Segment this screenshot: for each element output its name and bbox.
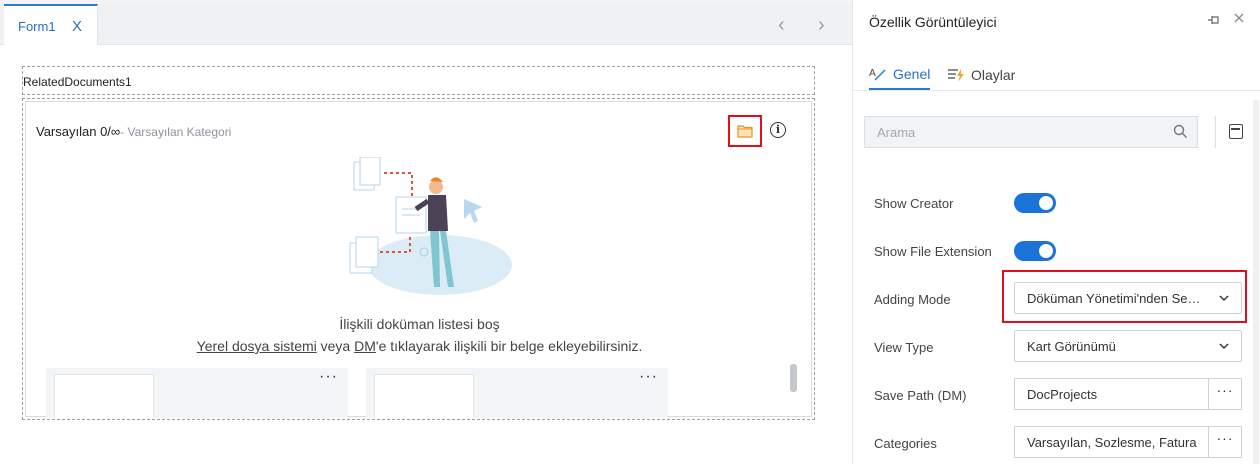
tab-label: Genel bbox=[893, 66, 931, 82]
component-body: Varsayılan 0/∞- Varsayılan Kategori i İl… bbox=[25, 101, 813, 418]
input-value: Varsayılan, Sozlesme, Fatura bbox=[1027, 435, 1197, 450]
general-icon: A bbox=[869, 68, 886, 81]
chevron-right-icon[interactable]: › bbox=[818, 14, 825, 37]
tab-label: Form1 bbox=[18, 19, 56, 34]
empty-state-or: veya bbox=[316, 338, 355, 354]
prop-label-show-file-extension: Show File Extension bbox=[874, 244, 992, 259]
categories-browse-button[interactable]: ··· bbox=[1208, 426, 1242, 458]
save-path-input[interactable]: DocProjects bbox=[1014, 378, 1208, 410]
empty-state-rest: 'e tıklayarak ilişkili bir belge ekleyeb… bbox=[375, 338, 643, 354]
empty-state-message: Yerel dosya sistemi veya DM'e tıklayarak… bbox=[26, 338, 813, 354]
select-value: Kart Görünümü bbox=[1027, 339, 1116, 354]
pin-icon[interactable] bbox=[1207, 14, 1221, 26]
prop-label-save-path: Save Path (DM) bbox=[874, 388, 967, 403]
events-icon bbox=[948, 69, 964, 82]
search-box bbox=[864, 116, 1198, 148]
toggle-knob bbox=[1039, 196, 1053, 210]
design-canvas: RelatedDocuments1 Varsayılan 0/∞- Varsay… bbox=[0, 45, 852, 464]
tab-form1[interactable]: Form1 X bbox=[4, 4, 98, 46]
folder-icon bbox=[737, 125, 753, 138]
close-icon[interactable]: X bbox=[72, 18, 82, 35]
select-value: Döküman Yönetimi'nden Seçim bbox=[1027, 291, 1207, 306]
categories-input[interactable]: Varsayılan, Sozlesme, Fatura bbox=[1014, 426, 1208, 458]
document-card[interactable]: ··· bbox=[46, 368, 348, 418]
category-header: Varsayılan 0/∞- Varsayılan Kategori bbox=[36, 124, 231, 139]
panel-toggle-icon[interactable] bbox=[1229, 124, 1243, 139]
chevron-left-icon[interactable]: ‹ bbox=[778, 14, 785, 37]
property-viewer-panel: Özellik Görüntüleyici A Genel Olaylar Ar… bbox=[852, 0, 1260, 464]
prop-label-categories: Categories bbox=[874, 436, 937, 451]
tabs-divider bbox=[853, 90, 1260, 91]
prop-label-adding-mode: Adding Mode bbox=[874, 292, 951, 307]
card-thumbnail bbox=[374, 374, 474, 418]
prop-label-show-creator: Show Creator bbox=[874, 196, 954, 211]
local-filesystem-link[interactable]: Yerel dosya sistemi bbox=[197, 338, 317, 354]
tab-genel[interactable]: A Genel bbox=[869, 60, 931, 90]
view-type-select[interactable]: Kart Görünümü bbox=[1014, 330, 1242, 362]
chevron-down-icon bbox=[1219, 343, 1229, 349]
component-name: RelatedDocuments1 bbox=[23, 75, 132, 89]
search-icon[interactable] bbox=[1173, 124, 1188, 139]
toggle-knob bbox=[1039, 244, 1053, 258]
tab-label: Olaylar bbox=[971, 67, 1016, 83]
chevron-down-icon bbox=[1219, 295, 1229, 301]
card-menu-icon[interactable]: ··· bbox=[639, 368, 658, 386]
adding-mode-select[interactable]: Döküman Yönetimi'nden Seçim bbox=[1014, 282, 1242, 314]
tab-olaylar[interactable]: Olaylar bbox=[947, 60, 1015, 90]
component-scrollbar[interactable] bbox=[790, 364, 797, 392]
panel-title: Özellik Görüntüleyici bbox=[869, 14, 997, 30]
category-subtitle: - Varsayılan Kategori bbox=[120, 125, 232, 139]
close-icon[interactable] bbox=[1233, 12, 1245, 24]
show-file-extension-toggle[interactable] bbox=[1014, 241, 1056, 261]
related-documents-component[interactable]: Varsayılan 0/∞- Varsayılan Kategori i İl… bbox=[22, 98, 815, 420]
document-tabbar: Form1 X ‹ › bbox=[0, 4, 852, 46]
card-menu-icon[interactable]: ··· bbox=[319, 368, 338, 386]
save-path-browse-button[interactable]: ··· bbox=[1208, 378, 1242, 410]
app-root: Form1 X ‹ › RelatedDocuments1 Varsayılan… bbox=[0, 0, 1260, 464]
card-thumbnail bbox=[54, 374, 154, 418]
show-creator-toggle[interactable] bbox=[1014, 193, 1056, 213]
search-input[interactable] bbox=[865, 117, 1165, 147]
svg-text:A: A bbox=[869, 68, 876, 79]
folder-button[interactable] bbox=[728, 115, 762, 147]
component-name-bar[interactable]: RelatedDocuments1 bbox=[22, 66, 815, 95]
empty-state-illustration bbox=[349, 157, 512, 295]
input-value: DocProjects bbox=[1027, 387, 1098, 402]
empty-state-title: İlişkili doküman listesi boş bbox=[339, 316, 500, 332]
info-icon[interactable]: i bbox=[770, 122, 786, 138]
document-card[interactable]: ··· bbox=[366, 368, 668, 418]
dm-link[interactable]: DM bbox=[354, 338, 376, 354]
prop-label-view-type: View Type bbox=[874, 340, 934, 355]
category-title: Varsayılan 0/∞ bbox=[36, 124, 121, 139]
panel-scrollbar[interactable] bbox=[1253, 100, 1259, 464]
form-designer: Form1 X ‹ › RelatedDocuments1 Varsayılan… bbox=[0, 0, 852, 464]
search-divider bbox=[1215, 116, 1216, 148]
